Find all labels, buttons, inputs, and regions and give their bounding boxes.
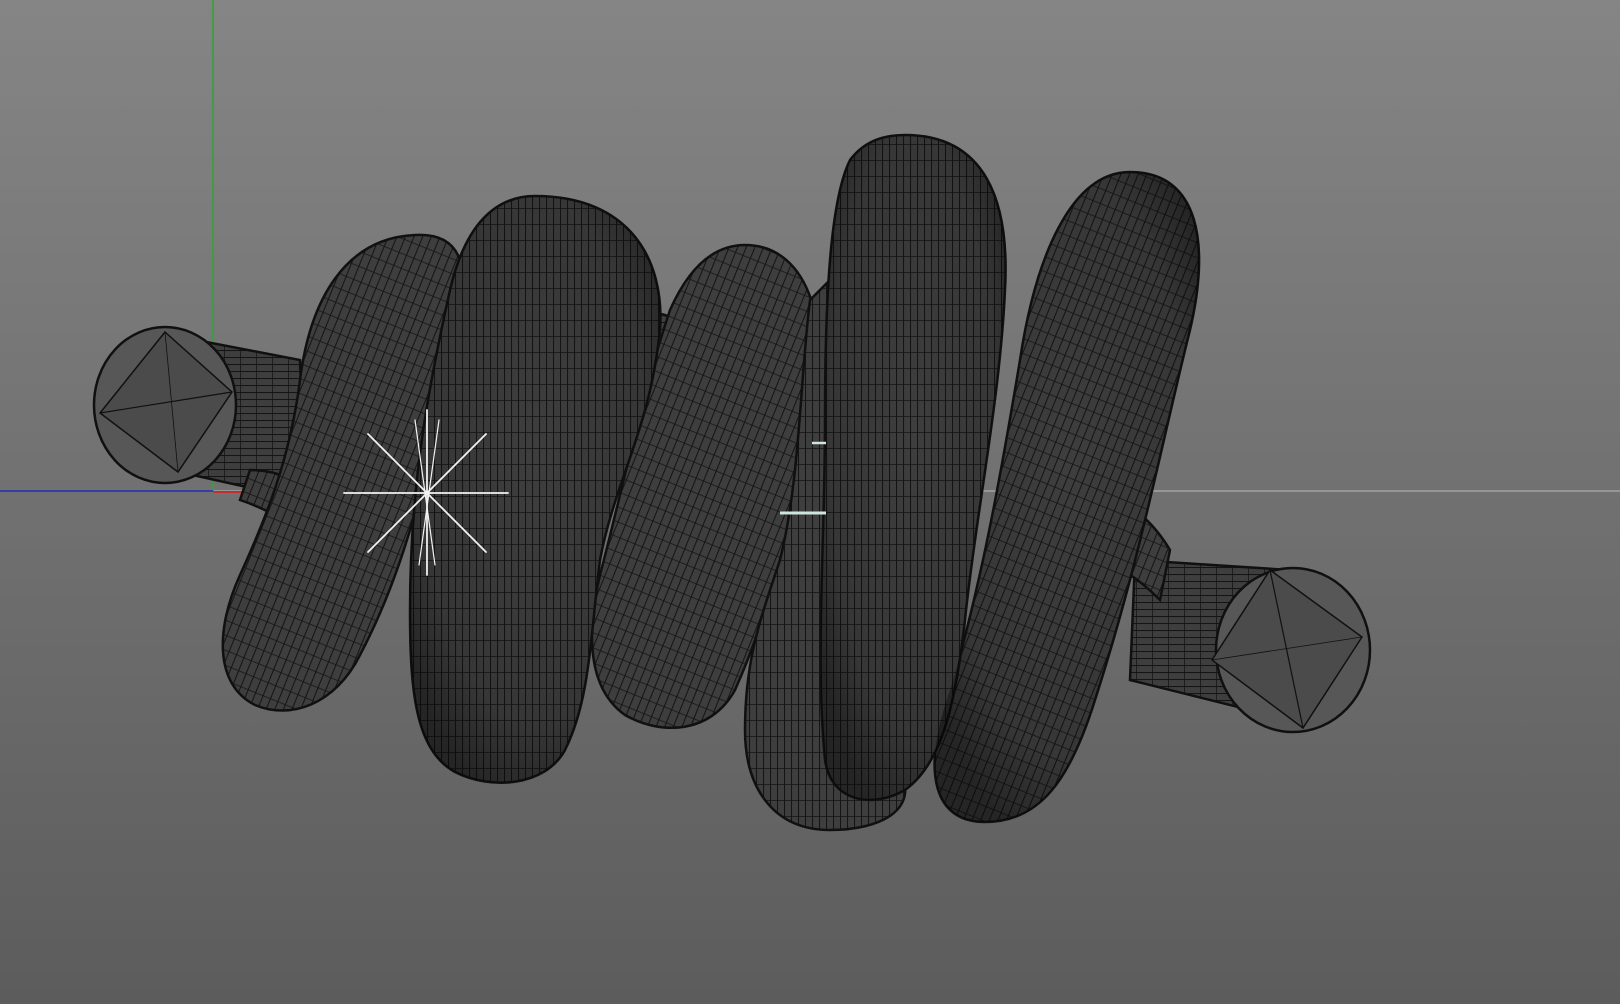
3d-viewport[interactable]: [0, 0, 1620, 1004]
viewport-canvas[interactable]: [0, 0, 1620, 1004]
